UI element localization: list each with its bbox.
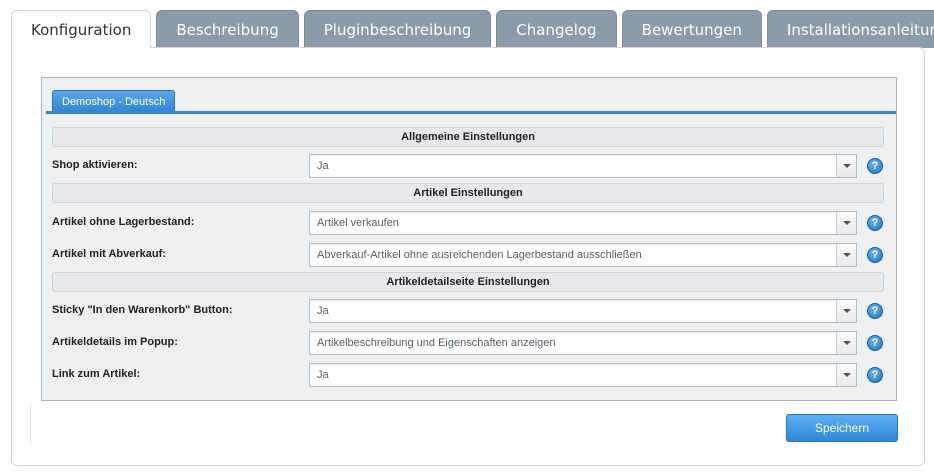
select-value: Ja: [317, 305, 329, 317]
tab-installationsanleitung[interactable]: Installationsanleitung: [766, 10, 934, 48]
plugin-config-page: Konfiguration Beschreibung Pluginbeschre…: [0, 0, 934, 474]
field-label-sticky-button: Sticky "In den Warenkorb" Button:: [52, 304, 233, 316]
dropdown-button[interactable]: [836, 332, 856, 354]
help-icon[interactable]: ?: [867, 367, 883, 383]
shop-activate-select[interactable]: Ja: [309, 154, 857, 178]
help-icon[interactable]: ?: [867, 247, 883, 263]
tab-bewertungen[interactable]: Bewertungen: [621, 10, 762, 48]
field-label-clearance: Artikel mit Abverkauf:: [52, 248, 166, 260]
chevron-down-icon: [842, 373, 851, 377]
select-value: Abverkauf-Artikel ohne ausreichenden Lag…: [317, 249, 642, 261]
settings-form-box: Demoshop - Deutsch Allgemeine Einstellun…: [41, 77, 897, 401]
no-stock-select[interactable]: Artikel verkaufen: [309, 211, 857, 235]
tab-pluginbeschreibung[interactable]: Pluginbeschreibung: [303, 10, 492, 48]
details-popup-select[interactable]: Artikelbeschreibung und Eigenschaften an…: [309, 331, 857, 355]
tab-beschreibung[interactable]: Beschreibung: [156, 10, 299, 48]
select-value: Ja: [317, 160, 329, 172]
help-icon[interactable]: ?: [867, 335, 883, 351]
sticky-button-select[interactable]: Ja: [309, 299, 857, 323]
dropdown-button[interactable]: [836, 155, 856, 177]
save-button[interactable]: Speichern: [786, 414, 898, 442]
field-label-no-stock: Artikel ohne Lagerbestand:: [52, 216, 195, 228]
dropdown-button[interactable]: [836, 300, 856, 322]
chevron-down-icon: [842, 341, 851, 345]
select-value: Artikel verkaufen: [317, 217, 399, 229]
dropdown-button[interactable]: [836, 364, 856, 386]
field-label-shop-activate: Shop aktivieren:: [52, 159, 138, 171]
help-icon[interactable]: ?: [867, 303, 883, 319]
tab-content-panel: Demoshop - Deutsch Allgemeine Einstellun…: [11, 47, 925, 466]
help-icon[interactable]: ?: [867, 215, 883, 231]
help-icon[interactable]: ?: [867, 158, 883, 174]
section-header-general: Allgemeine Einstellungen: [52, 127, 884, 147]
tab-konfiguration[interactable]: Konfiguration: [11, 10, 152, 49]
dropdown-button[interactable]: [836, 244, 856, 266]
select-value: Artikelbeschreibung und Eigenschaften an…: [317, 337, 556, 349]
tab-changelog[interactable]: Changelog: [496, 10, 617, 48]
dropdown-button[interactable]: [836, 212, 856, 234]
field-label-details-popup: Artikeldetails im Popup:: [52, 336, 178, 348]
clearance-select[interactable]: Abverkauf-Artikel ohne ausreichenden Lag…: [309, 243, 857, 267]
shop-tab-demoshop[interactable]: Demoshop - Deutsch: [52, 90, 176, 112]
field-label-article-link: Link zum Artikel:: [52, 368, 141, 380]
section-header-article: Artikel Einstellungen: [52, 183, 884, 203]
chevron-down-icon: [842, 221, 851, 225]
article-link-select[interactable]: Ja: [309, 363, 857, 387]
shop-tab-underline: [46, 111, 896, 114]
top-tab-bar: Konfiguration Beschreibung Pluginbeschre…: [11, 10, 934, 49]
divider: [30, 404, 31, 444]
select-value: Ja: [317, 369, 329, 381]
chevron-down-icon: [842, 164, 851, 168]
chevron-down-icon: [842, 309, 851, 313]
section-header-detail: Artikeldetailseite Einstellungen: [52, 272, 884, 292]
chevron-down-icon: [842, 253, 851, 257]
